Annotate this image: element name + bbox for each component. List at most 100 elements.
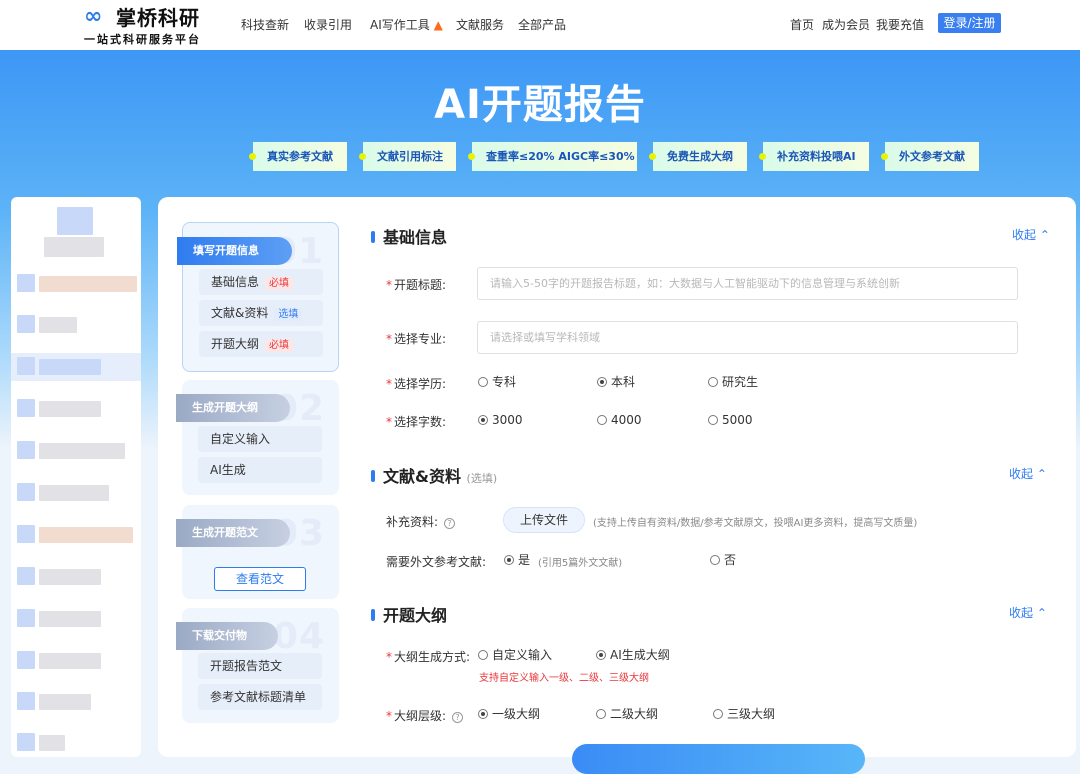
required-star: * (386, 650, 392, 664)
nav-item-ai-writing[interactable]: AI写作工具 ▲ (370, 16, 443, 33)
nav-item-membership[interactable]: 成为会员 (822, 16, 870, 33)
sidebar-item[interactable] (39, 485, 109, 501)
feature-tag: 外文参考文献 (881, 142, 979, 171)
section-title-text: 文献&资料 (383, 467, 461, 486)
fire-icon: ▲ (433, 18, 443, 32)
radio-label: 研究生 (722, 375, 759, 389)
sidebar-item[interactable] (39, 735, 65, 751)
degree-radio-graduate[interactable]: 研究生 (708, 375, 758, 389)
radio-circle (597, 377, 607, 387)
foreign-refs-radio-no[interactable]: 否 (710, 553, 736, 567)
radio-label: 三级大纲 (727, 707, 776, 721)
major-label: * 选择专业: (386, 330, 446, 347)
nav-item-novelty-search[interactable]: 科技查新 (241, 16, 289, 33)
outline-method-radio-custom[interactable]: 自定义输入 (478, 648, 552, 662)
outline-method-label: * 大纲生成方式: (386, 648, 470, 665)
feature-tag: 文献引用标注 (359, 142, 456, 171)
infinity-logo-icon: ∞ (84, 4, 103, 29)
login-register-button[interactable]: 登录/注册 (938, 13, 1001, 33)
radio-circle (478, 650, 488, 660)
radio-circle (478, 415, 488, 425)
degree-radio-associate[interactable]: 专科 (478, 375, 516, 389)
radio-circle (597, 415, 607, 425)
nav-item-ai-writing-label: AI写作工具 (370, 18, 430, 32)
major-input[interactable]: 请选择或填写学科领域 (477, 321, 1018, 354)
help-icon[interactable]: ? (444, 518, 456, 529)
radio-circle (713, 709, 723, 719)
sidebar-item[interactable] (39, 694, 91, 710)
step-item-ai-generate[interactable]: AI生成 (198, 457, 322, 483)
sidebar-item-icon (17, 567, 35, 585)
step-title: 下载交付物 (176, 622, 278, 650)
step-item-reference-list[interactable]: 参考文献标题清单 (198, 684, 322, 710)
sidebar-item[interactable] (39, 401, 101, 417)
collapse-docs-button[interactable]: 收起 ⌃ (1009, 465, 1047, 482)
nav-item-recharge[interactable]: 我要充值 (876, 16, 924, 33)
nav-item-all-products[interactable]: 全部产品 (518, 16, 566, 33)
sidebar-username (44, 237, 104, 257)
outline-method-radio-ai[interactable]: AI生成大纲 (596, 648, 670, 662)
nav-item-literature-service[interactable]: 文献服务 (456, 16, 504, 33)
radio-circle (478, 709, 488, 719)
nav-item-citation[interactable]: 收录引用 (304, 16, 352, 33)
sidebar-item[interactable] (39, 443, 125, 459)
required-star: * (386, 377, 392, 391)
view-sample-button[interactable]: 查看范文 (214, 567, 306, 591)
chevron-up-icon: ⌃ (1036, 606, 1047, 620)
section-title-docs: 文献&资料 (选填) (371, 463, 497, 487)
radio-label: 专科 (492, 375, 517, 389)
collapse-basic-button[interactable]: 收起 ⌃ (1012, 226, 1050, 243)
sidebar-item-icon (17, 692, 35, 710)
step-panel-fill-info: 01 填写开题信息 基础信息 必填 文献&资料 选填 开题大纲 必填 (177, 222, 339, 372)
radio-label: 5000 (722, 413, 753, 427)
sidebar-item-icon (17, 609, 35, 627)
degree-radio-bachelor[interactable]: 本科 (597, 375, 635, 389)
sidebar-item[interactable] (39, 611, 101, 627)
words-radio-5000[interactable]: 5000 (708, 413, 753, 427)
page-title: AI开题报告 (434, 82, 646, 128)
step-item-outline[interactable]: 开题大纲 必填 (199, 331, 323, 357)
step-panel-download: 04 下载交付物 开题报告范文 参考文献标题清单 (176, 608, 339, 723)
help-icon[interactable]: ? (452, 712, 464, 723)
step-item-label: 开题大纲 (211, 337, 260, 351)
sidebar-avatar[interactable] (57, 207, 93, 235)
site-logo[interactable]: ∞ 掌桥科研 一站式科研服务平台 (82, 4, 212, 47)
outline-level-radio-3[interactable]: 三级大纲 (713, 707, 775, 721)
sidebar-item-icon (17, 315, 35, 333)
supplement-label: 补充资料:? (386, 513, 456, 530)
collapse-label: 收起 (1009, 606, 1034, 620)
outline-method-hint: 支持自定义输入一级、二级、三级大纲 (479, 673, 649, 684)
radio-circle (710, 555, 720, 565)
step-item-custom-input[interactable]: 自定义输入 (198, 426, 322, 452)
upload-file-button[interactable]: 上传文件 (503, 507, 585, 533)
words-radio-4000[interactable]: 4000 (597, 413, 642, 427)
sidebar-item[interactable] (39, 317, 77, 333)
sidebar-item[interactable] (39, 569, 101, 585)
degree-label-text: 选择学历: (394, 377, 447, 391)
generate-button[interactable] (572, 744, 865, 774)
foreign-refs-hint: (引用5篇外文文献) (538, 558, 623, 569)
radio-circle (478, 377, 488, 387)
step-item-docs[interactable]: 文献&资料 选填 (199, 300, 323, 326)
step-item-basic-info[interactable]: 基础信息 必填 (199, 269, 323, 295)
words-radio-3000[interactable]: 3000 (478, 413, 523, 427)
required-badge: 必填 (265, 339, 294, 352)
radio-label: 否 (724, 553, 737, 567)
sidebar-item[interactable] (39, 653, 101, 669)
section-title-text: 基础信息 (383, 228, 448, 247)
left-sidebar (11, 197, 141, 757)
step-item-sample-report[interactable]: 开题报告范文 (198, 653, 322, 679)
radio-label: 二级大纲 (610, 707, 659, 721)
outline-level-radio-2[interactable]: 二级大纲 (596, 707, 658, 721)
foreign-refs-radio-yes[interactable]: 是 (504, 553, 530, 567)
sidebar-item[interactable] (39, 276, 137, 292)
topic-input[interactable]: 请输入5-50字的开题报告标题，如：大数据与人工智能驱动下的信息管理与系统创新 (477, 267, 1018, 300)
nav-item-home[interactable]: 首页 (790, 16, 814, 33)
sidebar-item-icon (17, 733, 35, 751)
collapse-outline-button[interactable]: 收起 ⌃ (1009, 604, 1047, 621)
sidebar-item[interactable] (39, 527, 133, 543)
outline-level-radio-1[interactable]: 一级大纲 (478, 707, 540, 721)
section-title-basic-info: 基础信息 (371, 224, 447, 248)
step-title: 填写开题信息 (177, 237, 292, 265)
sidebar-item-icon (17, 274, 35, 292)
